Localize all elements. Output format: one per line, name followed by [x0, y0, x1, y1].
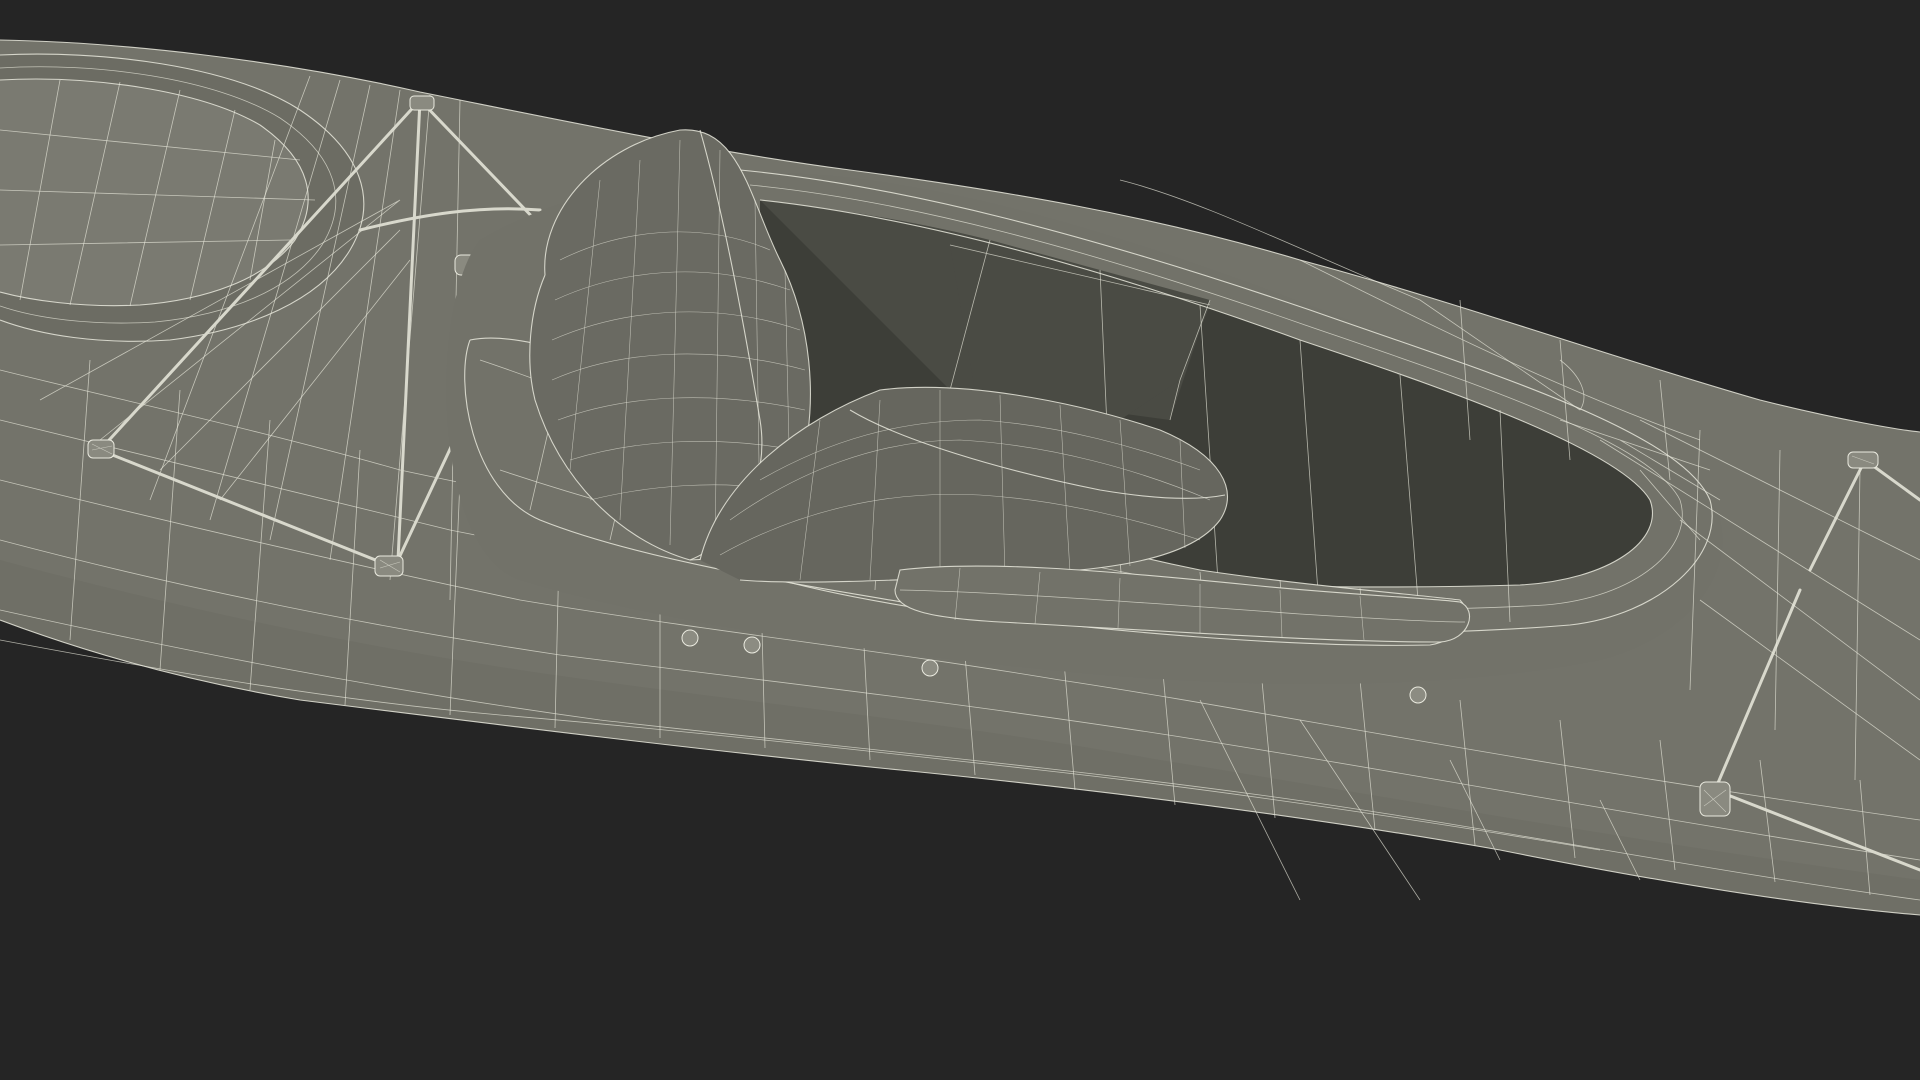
- bolt-icon: [1409, 686, 1427, 704]
- render-viewport: [0, 0, 1920, 1080]
- kayak-render: [0, 39, 1920, 916]
- bungee-anchor-icon: [374, 555, 404, 577]
- bolt-icon: [921, 659, 939, 677]
- bolt-icon: [743, 636, 761, 654]
- bungee-anchor-icon: [87, 439, 115, 459]
- bungee-anchor-icon: [409, 95, 435, 111]
- bolt-icon: [681, 629, 699, 647]
- bungee-anchor-icon: [1699, 781, 1731, 817]
